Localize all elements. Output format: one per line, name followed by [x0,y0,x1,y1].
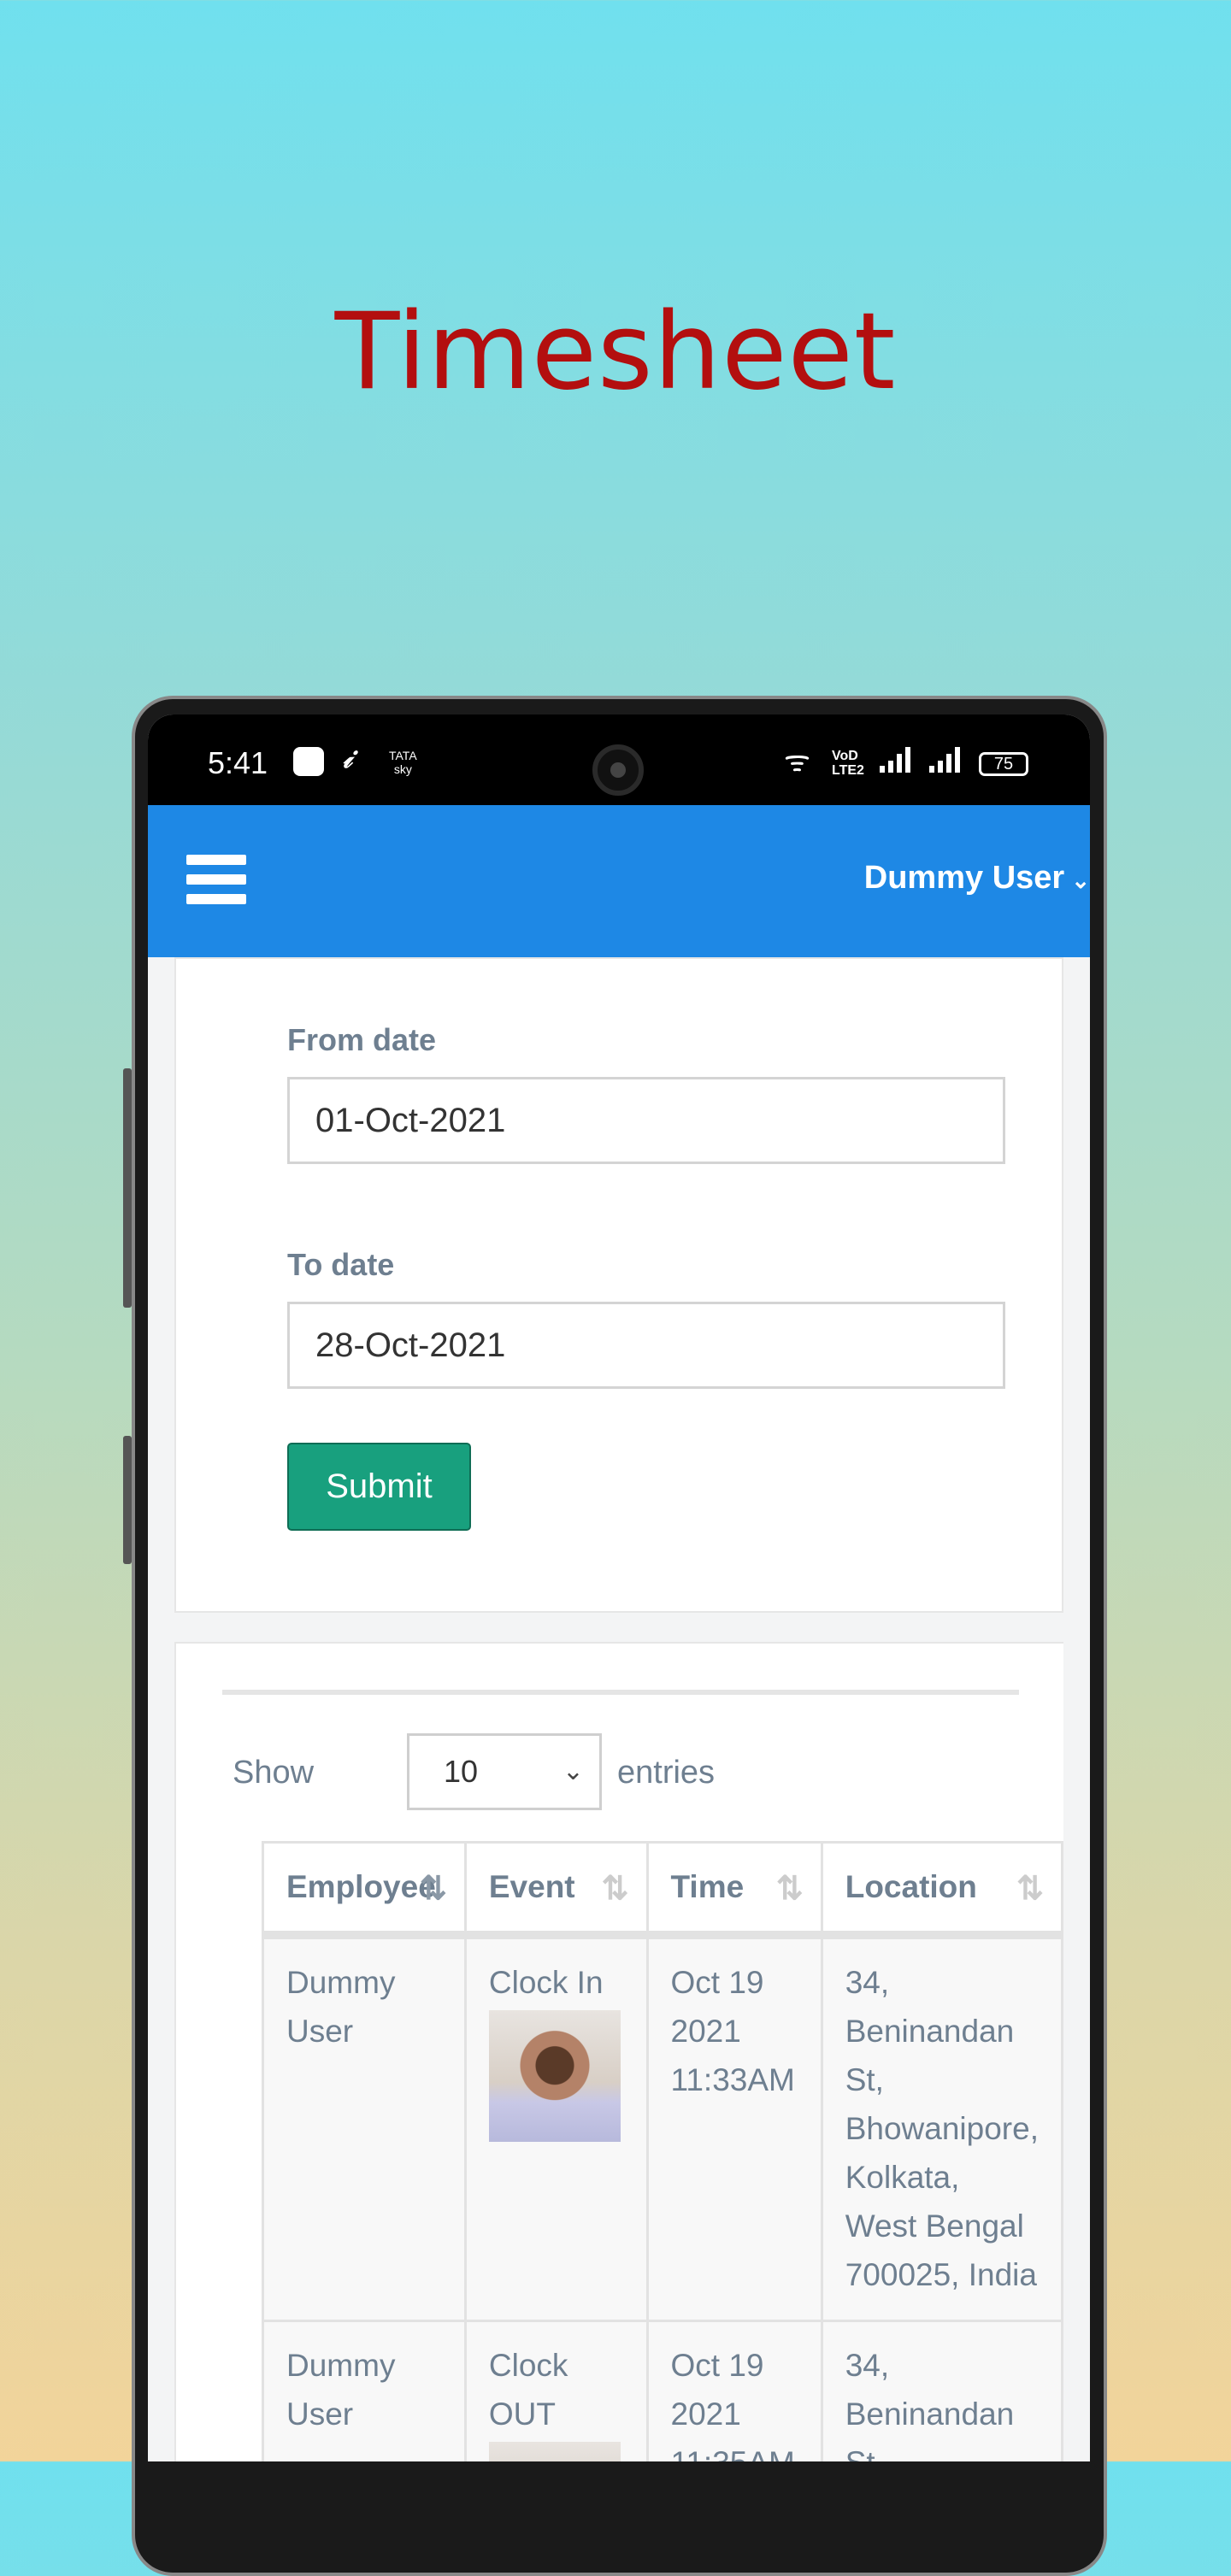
status-time: 5:41 [208,745,268,780]
sort-icon: ⇅ [775,1871,804,1907]
cell-time: Oct 19 2021 11:33AM [645,1933,823,2322]
sort-icon: ⇅ [1016,1871,1044,1907]
page-headline: Timesheet [334,291,897,414]
to-date-label: To date [287,1247,395,1282]
front-camera [592,744,644,796]
sort-asc-icon: ⇅ [420,1871,447,1907]
from-date-label: From date [287,1022,437,1057]
battery-icon: 75 [979,752,1028,776]
column-header-time[interactable]: Time ⇅ [645,1841,823,1939]
cell-employee: Dummy User [262,1933,467,2322]
entries-label: entries [617,1755,716,1791]
divider [222,1690,1019,1695]
timesheet-table: Employee ⇅ Event ⇅ Time ⇅ Location ⇅ Dummy U… [262,1841,1064,2461]
signal-icon [929,747,960,773]
app-icon: 𝒾 [343,742,352,774]
zomato-icon [293,747,324,776]
column-header-location[interactable]: Location ⇅ [820,1841,1064,1939]
phone-screen: 5:41 𝒾 TATA sky ᯤ VoD LTE2 75 Dummy User ⌄ … [148,715,1090,2461]
chevron-down-icon: ⌄ [1071,867,1090,893]
table-row: Dummy User Clock In Oct 19 2021 11:33AM 34… [262,1933,1064,2322]
cell-location: 34,BeninandanSt, [820,2320,1064,2461]
phone-volume-button [123,1068,132,1308]
entries-value: 10 [444,1754,479,1789]
volte-icon: VoD LTE2 [832,749,864,778]
tata-sky-icon: TATA sky [389,749,417,776]
sort-icon: ⇅ [601,1871,629,1907]
clock-out-photo[interactable] [488,2442,621,2461]
cell-event: Clock In [463,1933,649,2322]
cell-event: Clock OUT [463,2320,649,2461]
timesheet-card: Show 10 ⌄ entries Employee ⇅ Event ⇅ Time ⇅ … [174,1642,1064,2461]
from-date-input[interactable]: 01-Oct-2021 [287,1077,1005,1164]
status-bar: 5:41 𝒾 TATA sky ᯤ VoD LTE2 75 [148,715,1090,805]
show-label: Show [233,1755,315,1791]
to-date-input[interactable]: 28-Oct-2021 [287,1302,1005,1389]
user-menu[interactable]: Dummy User ⌄ [864,860,1090,897]
phone-power-button [123,1436,132,1564]
cell-time: Oct 19202111:35AM [645,2320,823,2461]
cell-employee: Dummy User [262,2320,467,2461]
chevron-down-icon: ⌄ [562,1757,584,1785]
table-row: Dummy User Clock OUT Oct 19202111:35AM 3… [262,2320,1064,2461]
cell-location: 34, Beninandan St, Bhowanipore, Kolkata, West… [820,1933,1064,2322]
clock-in-photo[interactable] [488,2009,621,2142]
column-header-event[interactable]: Event ⇅ [463,1841,649,1939]
column-header-employee[interactable]: Employee ⇅ [262,1841,467,1939]
entries-select[interactable]: 10 ⌄ [407,1733,602,1810]
submit-button[interactable]: Submit [287,1443,471,1531]
filter-card: From date 01-Oct-2021 To date 28-Oct-202… [174,957,1063,1613]
wifi-icon: ᯤ [784,745,811,778]
signal-icon [880,747,910,773]
app-bar: Dummy User ⌄ [148,805,1090,957]
user-name: Dummy User [863,860,1065,896]
hamburger-icon[interactable] [186,855,246,904]
